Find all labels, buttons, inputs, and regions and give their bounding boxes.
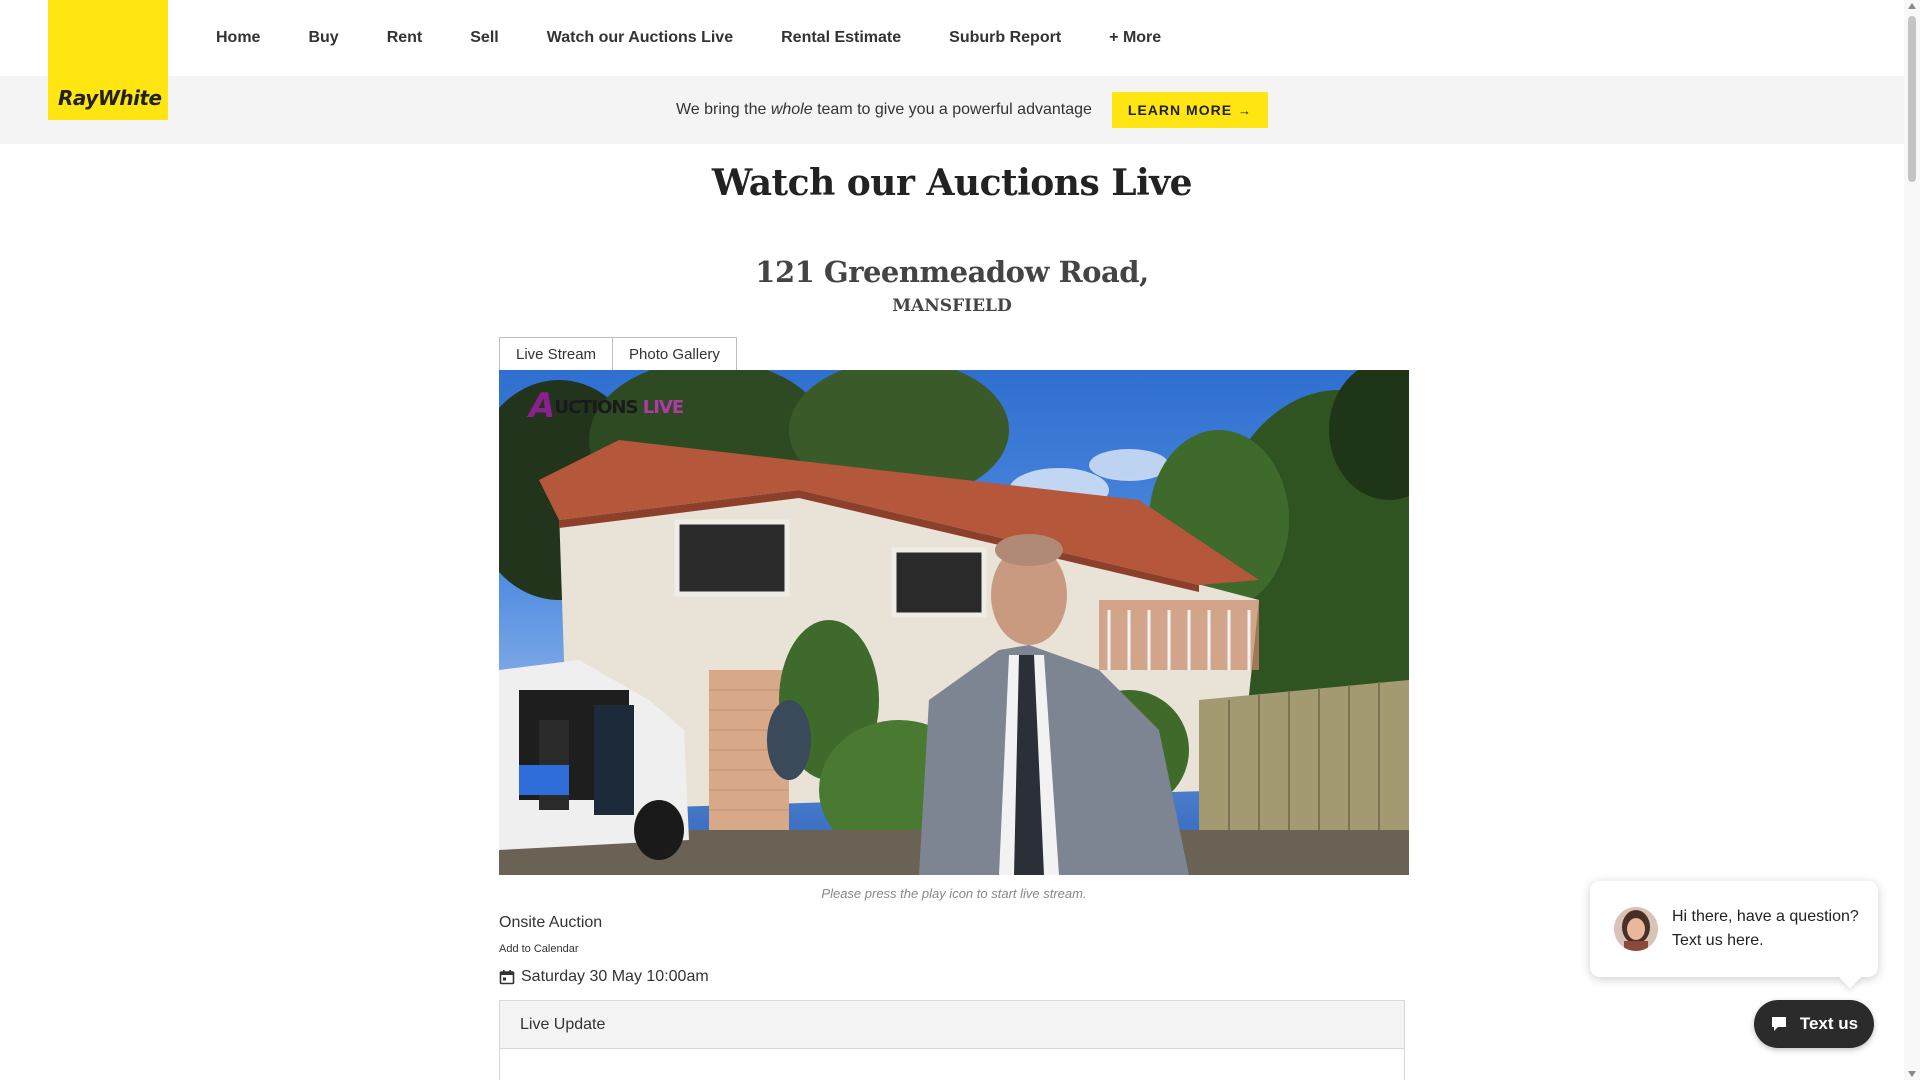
auction-type: Onsite Auction [499, 914, 603, 931]
nav-rental-estimate[interactable]: Rental Estimate [781, 29, 901, 47]
chat-message: Hi there, have a question? Text us here. [1672, 908, 1859, 949]
nav-suburb-report[interactable]: Suburb Report [949, 29, 1061, 47]
live-update-panel: Live Update [499, 1000, 1405, 1080]
promo-banner: We bring the whole team to give you a po… [0, 76, 1904, 144]
nav-home[interactable]: Home [216, 29, 260, 47]
property-address: 121 Greenmeadow Road, [755, 255, 1149, 289]
text-us-label: Text us [1799, 1014, 1859, 1033]
page-scrollbar[interactable] [1904, 0, 1920, 1080]
video-scene [499, 370, 1409, 875]
scroll-up-arrow-icon[interactable] [1908, 3, 1916, 9]
learn-more-button[interactable]: LEARN MORE → [1111, 92, 1269, 128]
property-suburb: MANSFIELD [892, 296, 1012, 316]
auctions-live-watermark: AUCTIONS LIVE [529, 386, 684, 426]
video-caption: Please press the play icon to start live… [821, 886, 1087, 901]
text-us-button[interactable]: Text us [1754, 1000, 1874, 1048]
banner-text: We bring the whole team to give you a po… [675, 101, 1092, 118]
site-header: Home Buy Rent Sell Watch our Auctions Li… [0, 0, 1904, 76]
chat-prompt-bubble[interactable]: Hi there, have a question? Text us here. [1590, 881, 1878, 977]
main-nav: Home Buy Rent Sell Watch our Auctions Li… [192, 0, 1185, 76]
nav-rent[interactable]: Rent [387, 29, 423, 47]
page-title: Watch our Auctions Live [711, 162, 1193, 204]
raywhite-logo[interactable]: RayWhite [48, 0, 168, 120]
agent-avatar [1614, 907, 1658, 951]
tab-photo-gallery[interactable]: Photo Gallery [613, 337, 737, 370]
auction-date-row: Saturday 30 May 10:00am [499, 968, 709, 986]
logo-text: RayWhite [58, 86, 162, 110]
tab-live-stream[interactable]: Live Stream [499, 337, 614, 370]
live-update-heading: Live Update [500, 1001, 1404, 1049]
calendar-icon [499, 970, 515, 985]
scroll-thumb[interactable] [1908, 16, 1916, 182]
nav-watch-auctions-live[interactable]: Watch our Auctions Live [547, 29, 733, 47]
nav-more[interactable]: + More [1109, 29, 1161, 47]
auction-date: Saturday 30 May 10:00am [521, 968, 709, 985]
nav-buy[interactable]: Buy [308, 29, 338, 47]
nav-sell[interactable]: Sell [470, 29, 498, 47]
live-stream-video[interactable]: AUCTIONS LIVE [499, 370, 1409, 875]
learn-more-label: LEARN MORE [1127, 102, 1233, 118]
media-tabs: Live Stream Photo Gallery [499, 337, 737, 370]
chat-icon [1771, 1017, 1786, 1031]
arrow-right-icon: → [1238, 102, 1253, 118]
add-to-calendar-link[interactable]: Add to Calendar [499, 943, 579, 955]
scroll-down-arrow-icon[interactable] [1908, 1071, 1916, 1077]
